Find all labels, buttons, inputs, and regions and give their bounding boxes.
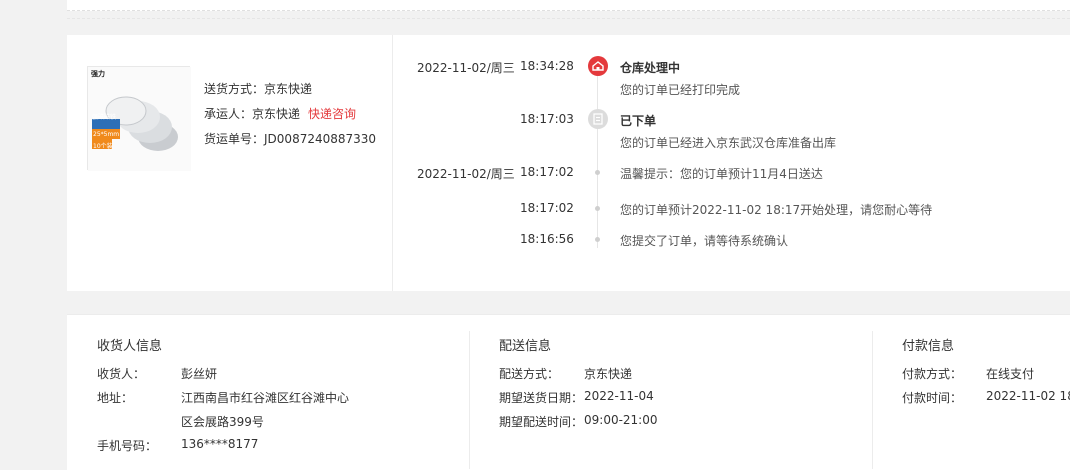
timeline-desc: 温馨提示：您的订单预计11月4日送达 [620,167,823,181]
timeline-time: 18:17:02 [520,201,574,215]
product-size-text: 25*5mm [93,131,120,138]
delivery-method-value: 京东快递 [584,367,633,381]
timeline-desc: 您的订单已经进入京东武汉仓库准备出库 [620,136,837,150]
receiver-name-value: 彭丝妍 [181,367,218,381]
tracking-number-row: 货运单号：JD0087240887330 [204,130,376,147]
timeline-date: 2022-11-02/周三 [417,61,515,75]
previous-section-strip [67,0,1070,11]
order-tracking-panel [67,35,1070,291]
shipping-method-row: 送货方式：京东快递 [204,80,312,97]
delivery-date-label: 期望送货日期： [499,391,584,405]
carrier-label: 承运人： [204,107,253,121]
product-name-text: 强磁磁铁 [92,114,117,121]
shipping-method-value: 京东快递 [264,82,313,96]
warehouse-icon [588,56,608,76]
timeline-dot [595,237,600,242]
courier-inquiry-link[interactable]: 快递咨询 [308,107,356,121]
product-thumbnail[interactable]: 强力 强磁磁铁 25*5mm 10个装 [87,66,191,171]
receiver-address-line1: 江西南昌市红谷滩区红谷滩中心 [181,391,350,405]
info-divider [469,331,470,469]
receiver-name-label: 收货人： [97,367,146,381]
timeline-desc: 您提交了订单，请等待系统确认 [620,234,789,248]
carrier-row: 承运人：京东快递 快递咨询 [204,105,356,122]
delivery-method-label: 配送方式： [499,367,560,381]
payment-method-value: 在线支付 [986,367,1035,381]
timeline-time: 18:16:56 [520,232,574,246]
payment-time-label: 付款时间： [902,391,963,405]
timeline-desc: 您的订单已经打印完成 [620,83,741,97]
payment-method-label: 付款方式： [902,367,963,381]
payment-section-title: 付款信息 [902,339,955,354]
receiver-phone-label: 手机号码： [97,439,158,453]
timeline-title: 仓库处理中 [620,61,681,75]
receiver-address-label: 地址： [97,391,134,405]
payment-time-value: 2022-11-02 18: [986,389,1070,403]
receiver-address-line2: 区会展路399号 [181,415,264,429]
receiver-section-title: 收货人信息 [97,339,163,354]
delivery-section-title: 配送信息 [499,339,552,354]
dashed-separator [67,18,1070,19]
shipping-method-label: 送货方式： [204,82,265,96]
receiver-phone-value: 136****8177 [181,437,259,451]
tracking-divider [392,35,393,291]
product-qty-text: 10个装 [93,143,113,150]
product-brand-text: 强力 [91,70,105,78]
delivery-date-value: 2022-11-04 [584,389,654,403]
timeline-title: 已下单 [620,114,657,128]
delivery-time-value: 09:00-21:00 [584,413,658,427]
timeline-dot [595,206,600,211]
delivery-time-label: 期望配送时间： [499,415,584,429]
timeline-time: 18:34:28 [520,59,574,73]
carrier-value: 京东快递 [252,107,301,121]
info-divider [872,331,873,469]
timeline-time: 18:17:02 [520,165,574,179]
timeline-desc: 您的订单预计2022-11-02 18:17开始处理，请您耐心等待 [620,203,933,217]
timeline-dot [595,170,600,175]
order-list-icon [588,109,608,129]
tracking-number-value: JD0087240887330 [264,132,377,146]
timeline-date: 2022-11-02/周三 [417,167,515,181]
tracking-number-label: 货运单号： [204,132,265,146]
timeline-time: 18:17:03 [520,112,574,126]
timeline-line [597,76,598,248]
